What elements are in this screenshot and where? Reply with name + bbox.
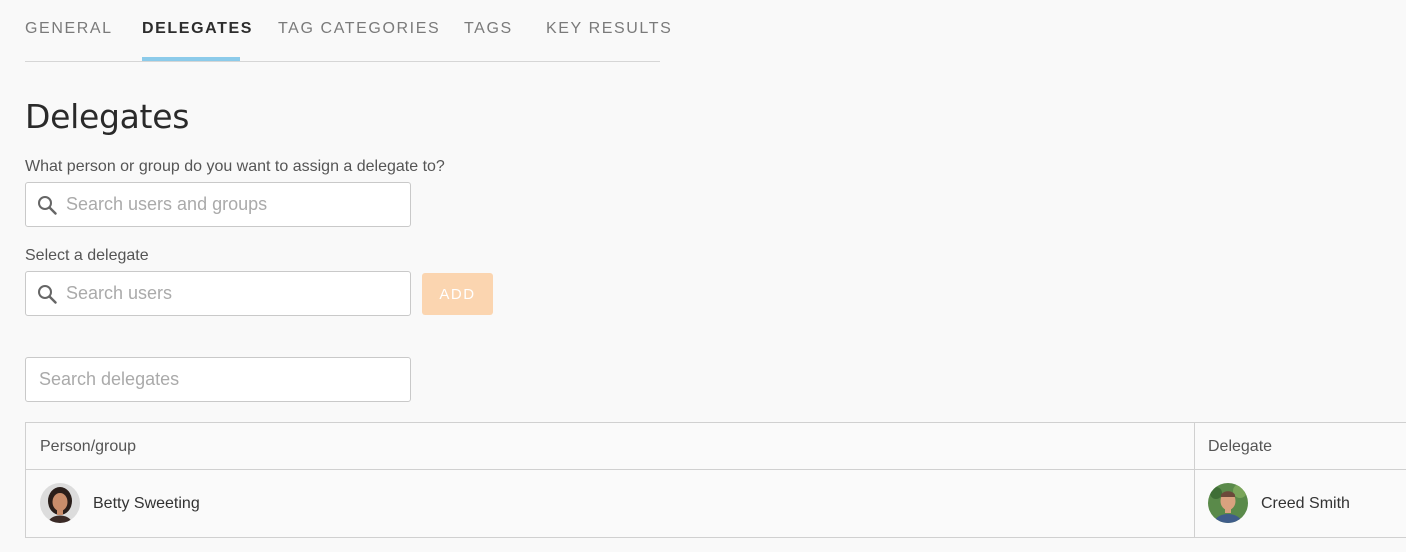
delegate-search-field[interactable]	[25, 271, 411, 316]
assign-field-label: What person or group do you want to assi…	[25, 158, 445, 175]
table-header: Person/group Delegate	[26, 423, 1406, 470]
tab-delegates[interactable]: DELEGATES	[142, 20, 253, 38]
delegates-table: Person/group Delegate Betty Sweeting Cre…	[25, 422, 1406, 538]
tab-key-results[interactable]: KEY RESULTS	[546, 20, 672, 38]
avatar	[40, 483, 80, 523]
search-icon	[38, 196, 57, 215]
column-header-person-group[interactable]: Person/group	[40, 438, 136, 456]
delegates-filter-input[interactable]	[39, 358, 402, 401]
delegate-field-label: Select a delegate	[25, 247, 149, 264]
search-icon	[38, 285, 57, 304]
tab-tags[interactable]: TAGS	[464, 20, 513, 38]
delegate-name: Creed Smith	[1261, 495, 1350, 512]
table-row[interactable]: Betty Sweeting Creed Smith	[26, 470, 1406, 537]
settings-tabs: GENERAL DELEGATES TAG CATEGORIES TAGS KE…	[25, 0, 671, 62]
delegate-search-input[interactable]	[66, 272, 402, 315]
active-tab-indicator	[142, 57, 240, 61]
tab-tag-categories[interactable]: TAG CATEGORIES	[278, 20, 440, 38]
assign-search-field[interactable]	[25, 182, 411, 227]
person-name: Betty Sweeting	[93, 495, 200, 512]
page-title: Delegates	[25, 97, 190, 136]
delegates-filter-field[interactable]	[25, 357, 411, 402]
assign-search-input[interactable]	[66, 183, 402, 226]
tab-general[interactable]: GENERAL	[25, 20, 113, 38]
avatar	[1208, 483, 1248, 523]
add-delegate-button[interactable]: ADD	[422, 273, 493, 315]
column-header-delegate[interactable]: Delegate	[1208, 438, 1272, 456]
